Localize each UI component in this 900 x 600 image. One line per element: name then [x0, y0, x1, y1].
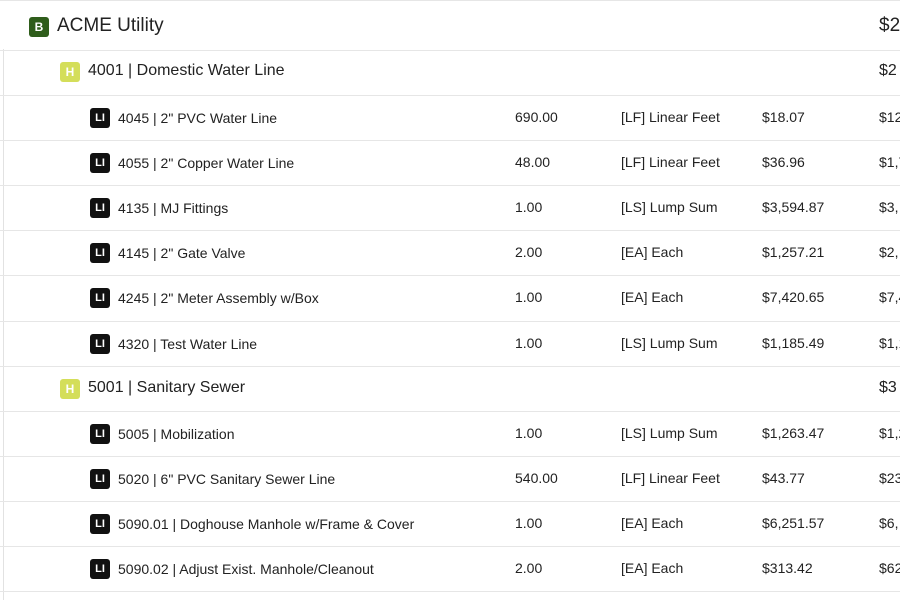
line-item-total: $1,2 [879, 425, 900, 441]
line-item-quantity: 1.00 [515, 425, 543, 441]
line-item-badge: LI [90, 469, 110, 489]
line-item-unit: [EA] Each [621, 515, 684, 531]
line-item-name: 4320 | Test Water Line [118, 336, 258, 352]
line-item-row[interactable]: LI 5020 | 6" PVC Sanitary Sewer Line 540… [0, 456, 900, 502]
line-item-name: 5090.02 | Adjust Exist. Manhole/Cleanout [118, 561, 374, 577]
bid-amount: $2 [879, 15, 900, 36]
line-item-badge: LI [90, 243, 110, 263]
line-item-unit-price: $3,594.87 [762, 199, 825, 215]
line-item-quantity: 48.00 [515, 154, 551, 170]
line-item-unit: [EA] Each [621, 244, 684, 260]
header-name: 4001 | Domestic Water Line [88, 62, 285, 79]
line-item-unit: [LS] Lump Sum [621, 199, 718, 215]
line-item-unit-price: $36.96 [762, 154, 805, 170]
line-item-quantity: 2.00 [515, 560, 543, 576]
line-item-quantity: 2.00 [515, 244, 543, 260]
line-item-name: 4135 | MJ Fittings [118, 200, 229, 216]
header-name: 5001 | Sanitary Sewer [88, 379, 246, 396]
line-item-unit-price: $43.77 [762, 470, 805, 486]
line-item-row[interactable]: LI 5090.01 | Doghouse Manhole w/Frame & … [0, 501, 900, 547]
line-item-name: 4245 | 2" Meter Assembly w/Box [118, 290, 319, 306]
line-item-badge: LI [90, 559, 110, 579]
line-item-unit-price: $1,263.47 [762, 425, 825, 441]
line-item-unit: [LS] Lump Sum [621, 335, 718, 351]
bid-badge: B [29, 17, 49, 37]
line-item-total: $12 [879, 109, 900, 125]
header-badge: H [60, 62, 80, 82]
line-item-total: $23 [879, 470, 900, 486]
line-item-total: $2, [879, 244, 899, 260]
line-item-total: $7,4 [879, 289, 900, 305]
header-amount: $3 [879, 379, 897, 396]
line-item-unit: [EA] Each [621, 560, 684, 576]
bid-row[interactable]: B ACME Utility $2 [0, 0, 900, 51]
line-item-row[interactable]: LI 4145 | 2" Gate Valve 2.00 [EA] Each $… [0, 230, 900, 276]
line-item-total: $1,7 [879, 154, 900, 170]
line-item-badge: LI [90, 288, 110, 308]
line-item-badge: LI [90, 108, 110, 128]
line-item-name: 4055 | 2" Copper Water Line [118, 155, 295, 171]
line-item-unit-price: $1,257.21 [762, 244, 825, 260]
line-item-name: 5005 | Mobilization [118, 426, 235, 442]
header-row[interactable]: H 5001 | Sanitary Sewer $3 [0, 366, 900, 412]
line-item-total: $62 [879, 560, 900, 576]
line-item-quantity: 1.00 [515, 335, 543, 351]
header-row[interactable]: H 4001 | Domestic Water Line $2 [0, 50, 900, 96]
line-item-unit-price: $1,185.49 [762, 335, 825, 351]
line-item-badge: LI [90, 514, 110, 534]
line-item-badge: LI [90, 153, 110, 173]
header-amount: $2 [879, 62, 897, 79]
line-item-badge: LI [90, 424, 110, 444]
line-item-quantity: 1.00 [515, 289, 543, 305]
line-item-row[interactable]: LI 4055 | 2" Copper Water Line 48.00 [LF… [0, 140, 900, 186]
line-item-row[interactable]: LI 4320 | Test Water Line 1.00 [LS] Lump… [0, 321, 900, 367]
line-item-row[interactable]: LI 4245 | 2" Meter Assembly w/Box 1.00 [… [0, 275, 900, 322]
line-item-quantity: 540.00 [515, 470, 558, 486]
line-item-unit: [LF] Linear Feet [621, 109, 720, 125]
line-item-total: $1,1 [879, 335, 900, 351]
line-item-name: 4145 | 2" Gate Valve [118, 245, 246, 261]
line-item-badge: LI [90, 334, 110, 354]
line-item-row[interactable]: LI 5005 | Mobilization 1.00 [LS] Lump Su… [0, 411, 900, 457]
line-item-unit-price: $7,420.65 [762, 289, 825, 305]
line-item-name: 4045 | 2" PVC Water Line [118, 110, 278, 126]
line-item-unit-price: $313.42 [762, 560, 813, 576]
line-item-name: 5020 | 6" PVC Sanitary Sewer Line [118, 471, 336, 487]
line-item-unit-price: $6,251.57 [762, 515, 825, 531]
bid-name: ACME Utility [57, 15, 164, 36]
line-item-total: $6, [879, 515, 899, 531]
line-item-quantity: 1.00 [515, 199, 543, 215]
line-item-row[interactable]: LI 5090.02 | Adjust Exist. Manhole/Clean… [0, 546, 900, 592]
line-item-unit: [LF] Linear Feet [621, 470, 720, 486]
line-item-quantity: 690.00 [515, 109, 558, 125]
line-item-unit-price: $18.07 [762, 109, 805, 125]
line-item-unit: [LS] Lump Sum [621, 425, 718, 441]
line-item-row[interactable]: LI 4135 | MJ Fittings 1.00 [LS] Lump Sum… [0, 185, 900, 231]
line-item-unit: [LF] Linear Feet [621, 154, 720, 170]
line-item-badge: LI [90, 198, 110, 218]
bid-table: B ACME Utility $2 H 4001 | Domestic Wate… [0, 0, 900, 600]
line-item-total: $3, [879, 199, 899, 215]
line-item-row[interactable]: LI 4045 | 2" PVC Water Line 690.00 [LF] … [0, 95, 900, 141]
line-item-name: 5090.01 | Doghouse Manhole w/Frame & Cov… [118, 516, 415, 532]
line-item-unit: [EA] Each [621, 289, 684, 305]
header-badge: H [60, 379, 80, 399]
line-item-quantity: 1.00 [515, 515, 543, 531]
